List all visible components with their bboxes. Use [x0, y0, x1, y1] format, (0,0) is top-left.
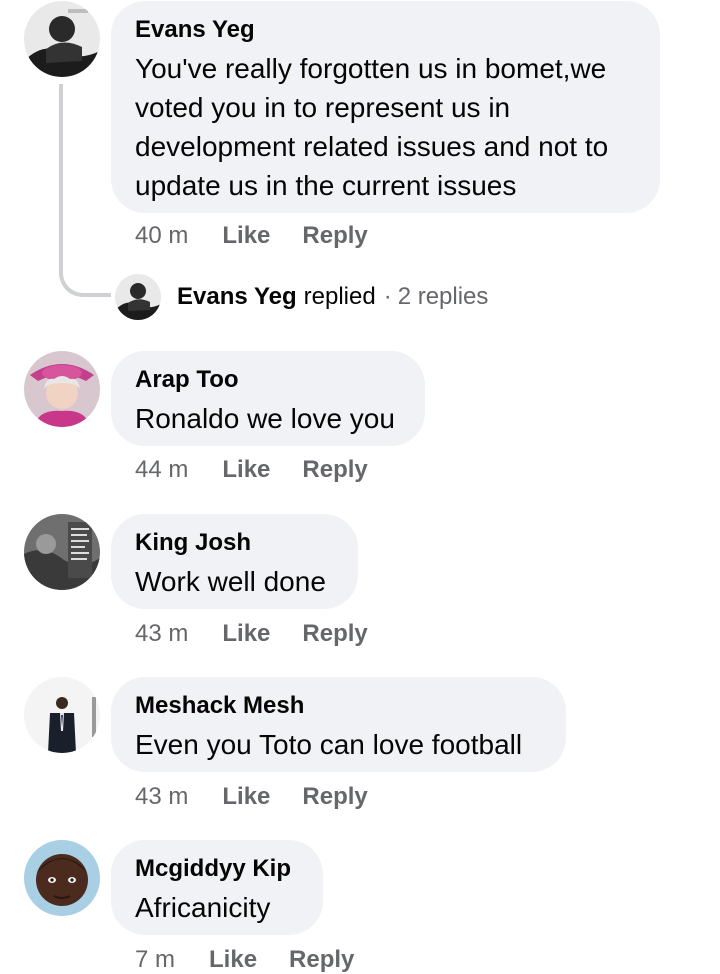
comment-author[interactable]: King Josh: [135, 528, 334, 558]
comment-actions: 40 m Like Reply: [135, 222, 368, 250]
comment-actions: 7 m Like Reply: [135, 946, 354, 974]
profile-photo-icon: [24, 514, 100, 590]
comment-text: You've really forgotten us in bomet,we v…: [135, 53, 609, 201]
comment-text: Africanicity: [135, 892, 271, 923]
comment-actions: 43 m Like Reply: [135, 620, 368, 648]
comment-timestamp[interactable]: 44 m: [135, 456, 188, 484]
comment-text: Work well done: [135, 566, 326, 597]
like-button[interactable]: Like: [222, 222, 270, 250]
replier-name[interactable]: Evans Yeg: [177, 283, 297, 311]
comment-actions: 44 m Like Reply: [135, 456, 368, 484]
avatar[interactable]: [24, 514, 100, 590]
avatar[interactable]: [24, 351, 100, 427]
reply-button[interactable]: Reply: [302, 456, 367, 484]
view-replies-link[interactable]: Evans Yeg replied · 2 replies: [115, 274, 488, 320]
avatar[interactable]: [24, 840, 100, 916]
like-button[interactable]: Like: [222, 456, 270, 484]
profile-photo-icon: [24, 840, 100, 916]
profile-photo-icon: [115, 274, 161, 320]
reply-button[interactable]: Reply: [302, 620, 367, 648]
comment-bubble[interactable]: Mcgiddyy Kip Africanicity: [111, 840, 323, 935]
comment-timestamp[interactable]: 43 m: [135, 783, 188, 811]
separator-dot: ·: [383, 283, 392, 310]
comment-author[interactable]: Meshack Mesh: [135, 691, 542, 721]
comment-text: Even you Toto can love football: [135, 729, 523, 760]
profile-photo-icon: [24, 677, 100, 753]
like-button[interactable]: Like: [222, 620, 270, 648]
reply-button[interactable]: Reply: [302, 783, 367, 811]
comment-bubble[interactable]: Arap Too Ronaldo we love you: [111, 351, 425, 446]
comment-actions: 43 m Like Reply: [135, 783, 368, 811]
comment-author[interactable]: Mcgiddyy Kip: [135, 854, 299, 884]
comment-bubble[interactable]: Evans Yeg You've really forgotten us in …: [111, 1, 660, 213]
reply-button[interactable]: Reply: [302, 222, 367, 250]
comment-author[interactable]: Arap Too: [135, 365, 401, 395]
comment-author[interactable]: Evans Yeg: [135, 15, 636, 45]
comment-bubble[interactable]: Meshack Mesh Even you Toto can love foot…: [111, 677, 566, 772]
comment-timestamp[interactable]: 7 m: [135, 946, 175, 974]
profile-photo-icon: [24, 351, 100, 427]
reply-button[interactable]: Reply: [289, 946, 354, 974]
like-button[interactable]: Like: [209, 946, 257, 974]
like-button[interactable]: Like: [222, 783, 270, 811]
replies-count[interactable]: 2 replies: [398, 283, 489, 311]
comment-text: Ronaldo we love you: [135, 403, 395, 434]
thread-connector-line: [59, 84, 111, 297]
comment-timestamp[interactable]: 43 m: [135, 620, 188, 648]
avatar: [115, 274, 161, 320]
profile-photo-icon: [24, 1, 100, 77]
comment-timestamp[interactable]: 40 m: [135, 222, 188, 250]
avatar[interactable]: [24, 1, 100, 77]
comment-bubble[interactable]: King Josh Work well done: [111, 514, 358, 609]
replied-label: replied: [303, 283, 376, 310]
avatar[interactable]: [24, 677, 100, 753]
